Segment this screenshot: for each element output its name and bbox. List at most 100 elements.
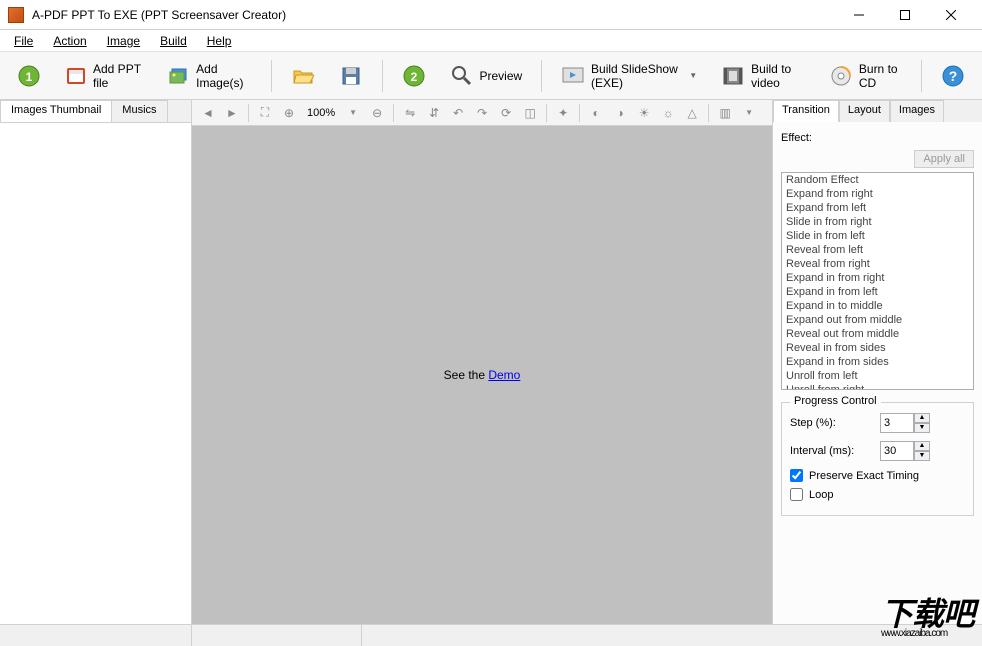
menu-action[interactable]: Action [45,32,94,50]
step-down-button[interactable]: ▼ [914,423,930,433]
minimize-icon [854,10,864,20]
chevron-down-icon: ▼ [689,71,697,80]
effect-label: Effect: [781,132,974,144]
effect-item[interactable]: Slide in from right [782,215,973,229]
effect-item[interactable]: Slide in from left [782,229,973,243]
contrast-down-icon[interactable]: ◑ [610,103,630,123]
effect-item[interactable]: Expand in from sides [782,355,973,369]
effect-item[interactable]: Reveal in from sides [782,341,973,355]
magnifier-icon [450,64,474,88]
step-up-button[interactable]: ▲ [914,413,930,423]
build-slideshow-label: Build SlideShow (EXE) [591,62,683,90]
preview-label: Preview [480,69,523,83]
numbered-2-button[interactable]: 2 [393,59,435,93]
brightness-down-icon[interactable]: ☼ [658,103,678,123]
effect-item[interactable]: Expand out from middle [782,313,973,327]
burn-cd-button[interactable]: Burn to CD [820,57,911,95]
close-icon [946,10,956,20]
interval-input[interactable] [880,441,914,461]
rotate-left-icon[interactable]: ↶ [448,103,468,123]
preview-canvas: See the Demo [192,126,772,624]
crop-icon[interactable]: ◫ [520,103,540,123]
add-ppt-button[interactable]: Add PPT file [56,57,153,95]
status-segment [192,625,362,646]
effects-icon[interactable]: ✦ [553,103,573,123]
svg-text:2: 2 [410,70,417,84]
menu-image[interactable]: Image [99,32,148,50]
flip-h-icon[interactable]: ⇋ [400,103,420,123]
minimize-button[interactable] [836,0,882,30]
effect-item[interactable]: Reveal out from middle [782,327,973,341]
interval-down-button[interactable]: ▼ [914,451,930,461]
thumbnail-list [0,122,191,624]
preserve-timing-checkbox[interactable] [790,469,803,482]
build-video-label: Build to video [751,62,805,90]
maximize-button[interactable] [882,0,928,30]
tab-musics[interactable]: Musics [111,100,167,122]
effect-item[interactable]: Random Effect [782,173,973,187]
menu-file[interactable]: File [6,32,41,50]
effect-item[interactable]: Expand in from right [782,271,973,285]
svg-text:1: 1 [26,70,33,84]
maximize-icon [900,10,910,20]
tab-images[interactable]: Images [890,100,944,122]
tab-transition[interactable]: Transition [773,100,839,122]
add-images-button[interactable]: Add Image(s) [159,57,261,95]
chevron-down-icon[interactable]: ▼ [739,103,759,123]
compare-icon[interactable]: ▥ [715,103,735,123]
sharpen-icon[interactable]: △ [682,103,702,123]
save-button[interactable] [330,59,372,93]
open-button[interactable] [282,59,324,93]
status-bar [0,624,982,646]
help-button[interactable]: ? [932,59,974,93]
brightness-up-icon[interactable]: ☀ [634,103,654,123]
build-slideshow-button[interactable]: Build SlideShow (EXE) ▼ [552,57,706,95]
toolbar-separator [921,60,922,92]
apply-all-button[interactable]: Apply all [914,150,974,168]
demo-link[interactable]: Demo [488,368,520,382]
preserve-label: Preserve Exact Timing [809,470,919,482]
close-button[interactable] [928,0,974,30]
zoom-in-icon[interactable]: ⊕ [279,103,299,123]
menu-build[interactable]: Build [152,32,195,50]
svg-text:?: ? [949,68,958,84]
fit-icon[interactable]: ⛶ [255,103,275,123]
step-input[interactable] [880,413,914,433]
effect-item[interactable]: Expand from right [782,187,973,201]
interval-label: Interval (ms): [790,445,880,457]
nav-next-icon[interactable]: ► [222,103,242,123]
effect-item[interactable]: Unroll from right [782,383,973,390]
save-icon [339,64,363,88]
app-icon [8,7,24,23]
tab-images-thumbnail[interactable]: Images Thumbnail [0,100,112,122]
effect-item[interactable]: Expand in from left [782,285,973,299]
zoom-out-icon[interactable]: ⊖ [367,103,387,123]
menu-help[interactable]: Help [199,32,240,50]
effect-item[interactable]: Expand in to middle [782,299,973,313]
tab-layout[interactable]: Layout [839,100,890,122]
effect-listbox[interactable]: Random EffectExpand from rightExpand fro… [781,172,974,390]
preview-button[interactable]: Preview [441,59,532,93]
numbered-1-button[interactable]: 1 [8,59,50,93]
slideshow-icon [561,64,585,88]
effect-item[interactable]: Expand from left [782,201,973,215]
toolbar-separator [382,60,383,92]
loop-checkbox[interactable] [790,488,803,501]
flip-v-icon[interactable]: ⇵ [424,103,444,123]
image-toolbar: ◄ ► ⛶ ⊕ 100% ▼ ⊖ ⇋ ⇵ ↶ ↷ ⟳ ◫ ✦ ◐ ◑ ☀ ☼ △… [192,100,772,126]
nav-prev-icon[interactable]: ◄ [198,103,218,123]
ppt-icon [65,64,87,88]
canvas-text-prefix: See the [444,368,489,382]
effect-item[interactable]: Unroll from left [782,369,973,383]
circle-2-icon: 2 [402,64,426,88]
rotate-free-icon[interactable]: ⟳ [496,103,516,123]
folder-open-icon [291,64,315,88]
effect-item[interactable]: Reveal from left [782,243,973,257]
interval-up-button[interactable]: ▲ [914,441,930,451]
toolbar-separator [541,60,542,92]
contrast-up-icon[interactable]: ◐ [586,103,606,123]
rotate-right-icon[interactable]: ↷ [472,103,492,123]
chevron-down-icon[interactable]: ▼ [343,103,363,123]
effect-item[interactable]: Reveal from right [782,257,973,271]
build-video-button[interactable]: Build to video [712,57,814,95]
